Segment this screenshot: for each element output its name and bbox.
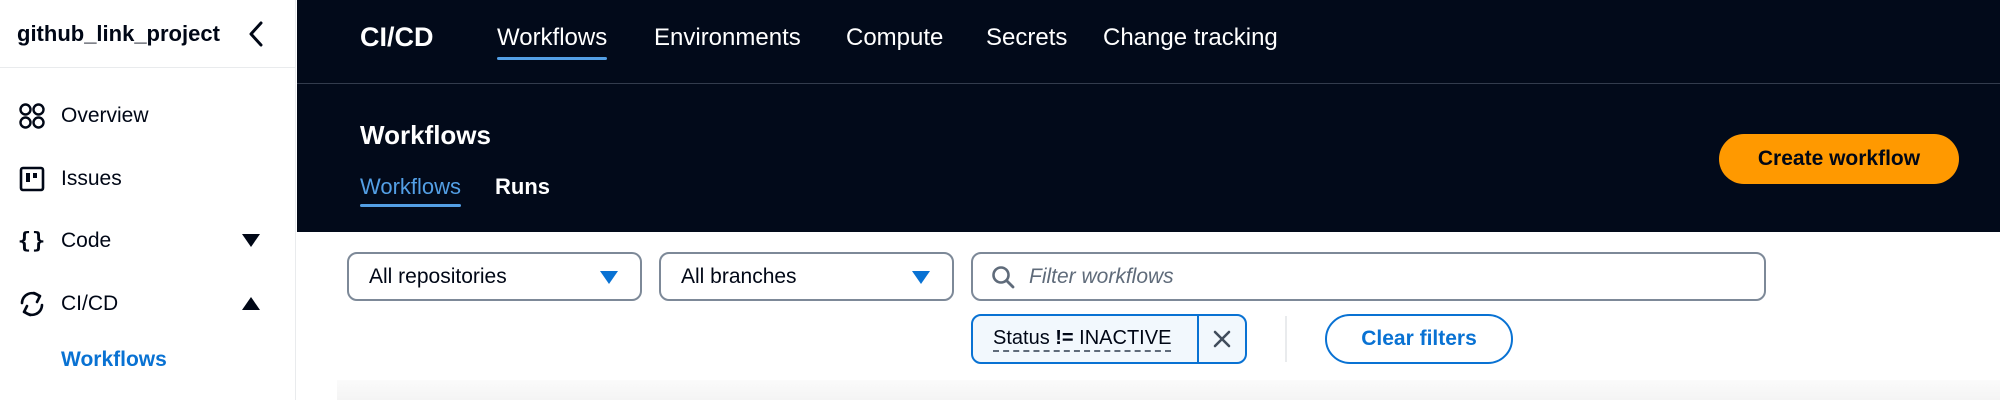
chevron-left-icon <box>249 21 263 46</box>
tab-workflows[interactable]: Workflows <box>497 24 608 60</box>
caret-down-icon <box>600 271 618 284</box>
app-title: CI/CD <box>360 22 434 52</box>
search-icon <box>992 265 1015 288</box>
filter-workflows-input[interactable] <box>1029 264 1729 289</box>
branch-select-value: All branches <box>681 264 797 288</box>
caret-up-icon[interactable] <box>242 297 260 310</box>
filter-search-box[interactable] <box>971 252 1766 301</box>
tab-environments[interactable]: Environments <box>654 24 801 52</box>
board-icon <box>18 165 46 193</box>
close-icon <box>1213 330 1231 348</box>
sidebar-item-label: Code <box>61 229 112 252</box>
braces-icon: {} <box>17 228 47 254</box>
token-property: Status <box>993 327 1050 349</box>
sidebar-item-label: CI/CD <box>61 292 119 315</box>
token-operator: != <box>1055 327 1074 349</box>
sidebar-header: github_link_project <box>0 0 295 68</box>
token-value: INACTIVE <box>1079 327 1172 349</box>
collapse-sidebar-button[interactable] <box>245 21 267 47</box>
repository-select-value: All repositories <box>369 264 507 288</box>
sidebar-item-label: Issues <box>61 167 122 190</box>
sidebar-item-cicd[interactable]: CI/CD <box>0 284 296 324</box>
tab-secrets[interactable]: Secrets <box>986 24 1067 52</box>
clear-filters-button[interactable]: Clear filters <box>1325 314 1513 364</box>
repository-select[interactable]: All repositories <box>347 252 642 301</box>
page-header: CI/CD Workflows Environments Compute Sec… <box>297 0 2000 232</box>
branch-select[interactable]: All branches <box>659 252 954 301</box>
sidebar-item-issues[interactable]: Issues <box>0 159 296 199</box>
tab-compute[interactable]: Compute <box>846 24 943 52</box>
sync-icon <box>18 290 46 318</box>
side-navigation: github_link_project Overview Issues {} C… <box>0 0 296 400</box>
create-workflow-button[interactable]: Create workflow <box>1719 134 1959 184</box>
filter-token: Status != INACTIVE <box>971 314 1247 364</box>
filter-token-label[interactable]: Status != INACTIVE <box>973 316 1197 362</box>
sidebar-item-overview[interactable]: Overview <box>0 96 296 136</box>
divider <box>1285 316 1287 362</box>
subtab-runs[interactable]: Runs <box>495 174 550 200</box>
caret-down-icon <box>912 271 930 284</box>
sidebar-subitem-workflows[interactable]: Workflows <box>61 348 167 372</box>
sidebar-item-label: Overview <box>61 104 149 127</box>
tab-change-tracking[interactable]: Change tracking <box>1103 24 1278 52</box>
remove-token-button[interactable] <box>1197 316 1245 362</box>
caret-down-icon[interactable] <box>242 234 260 247</box>
subtab-workflows[interactable]: Workflows <box>360 174 462 207</box>
top-navigation: CI/CD Workflows Environments Compute Sec… <box>297 0 2000 84</box>
sidebar-item-code[interactable]: {} Code <box>0 221 296 261</box>
grid-icon <box>18 102 46 130</box>
table-container <box>337 380 2000 400</box>
project-name: github_link_project <box>17 20 220 46</box>
page-title: Workflows <box>360 120 491 150</box>
